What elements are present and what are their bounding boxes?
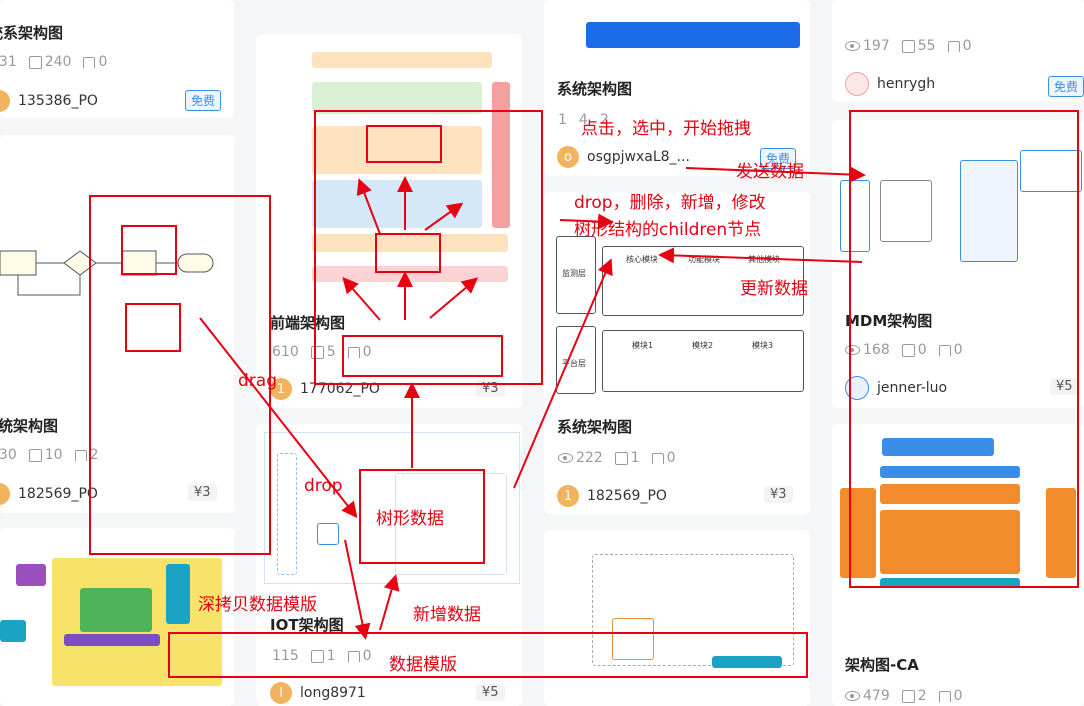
send-arrow: [685, 166, 866, 183]
update-arrow: [658, 247, 863, 264]
drop-ops-arrow: [559, 213, 614, 230]
drag-arrow: [199, 317, 358, 519]
tree-to-children-arrow: [513, 258, 613, 489]
arrow-up-3: [429, 277, 479, 319]
drop-to-template-arrow: [344, 539, 371, 640]
arrow-up-6: [424, 202, 464, 231]
arrow-up-1: [342, 276, 381, 321]
template-to-tree-arrow: [379, 574, 400, 631]
arrows-overlay: [199, 166, 866, 640]
arrow-up-4: [356, 178, 381, 235]
